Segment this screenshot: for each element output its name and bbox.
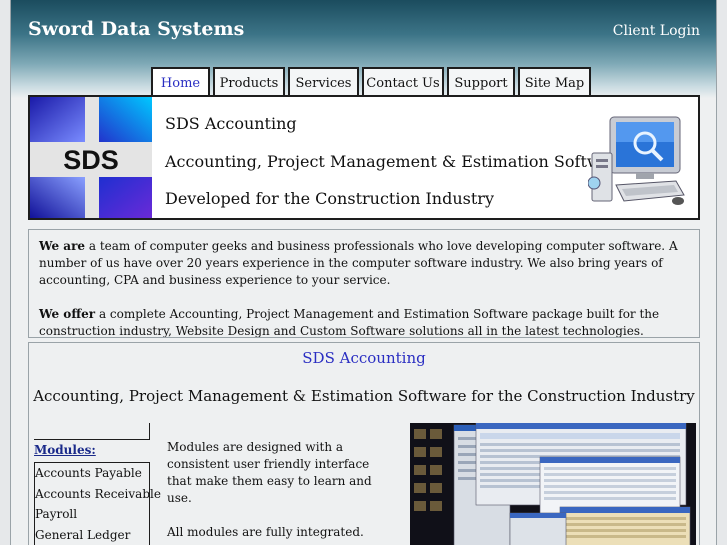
- modules-text-2: All modules are fully integrated.: [167, 525, 364, 539]
- sds-logo: SDS: [30, 97, 152, 218]
- modules-header-box: [34, 423, 150, 440]
- intro-text-2: a complete Accounting, Project Managemen…: [39, 307, 660, 338]
- product-section: SDS Accounting Accounting, Project Manag…: [28, 342, 700, 545]
- modules-label[interactable]: Modules:: [34, 443, 96, 457]
- client-login-link[interactable]: Client Login: [613, 23, 700, 39]
- software-screenshot[interactable]: [410, 423, 696, 545]
- intro-paragraph-1: We are a team of computer geeks and busi…: [39, 238, 689, 289]
- product-title[interactable]: SDS Accounting: [29, 349, 699, 367]
- hero-industry: Developed for the Construction Industry: [165, 189, 494, 208]
- module-accounts-receivable[interactable]: Accounts Receivable: [35, 484, 161, 505]
- intro-paragraph-2: We offer a complete Accounting, Project …: [39, 306, 689, 338]
- intro-lead-we-offer: We offer: [39, 307, 96, 321]
- modules-description: Modules are designed with a consistent u…: [167, 439, 397, 545]
- module-general-ledger[interactable]: General Ledger: [35, 525, 149, 545]
- module-accounts-payable[interactable]: Accounts Payable: [35, 463, 149, 484]
- module-payroll[interactable]: Payroll: [35, 504, 149, 525]
- product-subtitle: Accounting, Project Management & Estimat…: [33, 387, 695, 405]
- intro-text-1: a team of computer geeks and business pr…: [39, 239, 678, 287]
- hero-banner: SDS SDS Accounting Accounting, Project M…: [28, 95, 700, 220]
- intro-section: We are a team of computer geeks and busi…: [28, 229, 700, 338]
- computer-icon: [588, 116, 685, 205]
- intro-lead-we-are: We are: [39, 239, 86, 253]
- hero-product-name: SDS Accounting: [165, 114, 297, 133]
- modules-text-1: Modules are designed with a consistent u…: [167, 440, 372, 505]
- modules-list: Accounts Payable Accounts Receivable Pay…: [34, 462, 161, 545]
- logo-text: SDS: [63, 145, 119, 175]
- site-title[interactable]: Sword Data Systems: [28, 18, 244, 40]
- page: Sword Data Systems Client Login Home Pro…: [10, 0, 717, 545]
- hero-tagline: Accounting, Project Management & Estimat…: [165, 152, 628, 171]
